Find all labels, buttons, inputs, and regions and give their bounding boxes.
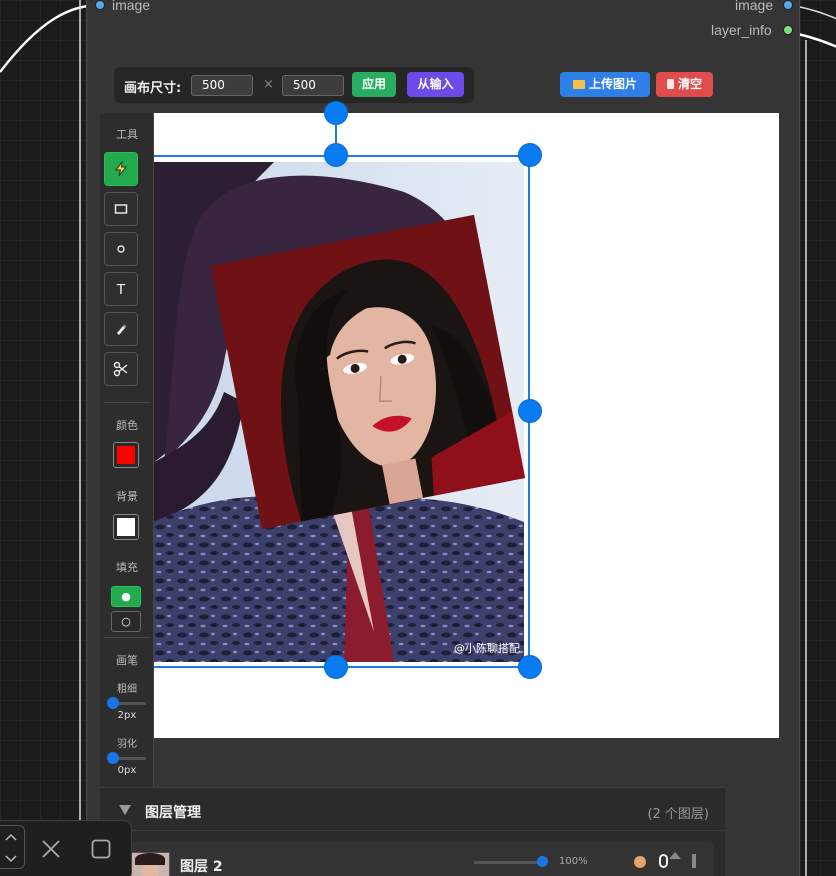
canvas-toolbar: 画布尺寸: 500 × 500 应用 从输入 (114, 67, 474, 103)
layer-panel-header[interactable]: 图层管理 (2 个图层) (100, 787, 725, 831)
circle-tool-button[interactable] (104, 232, 138, 266)
thickness-label: 粗细 (117, 684, 137, 695)
resize-handle-bottom-middle[interactable] (324, 655, 348, 679)
brush-icon (117, 324, 127, 335)
layer-move-up-icon[interactable] (669, 852, 681, 859)
layer-opacity-value: 100% (559, 856, 588, 867)
upload-image-button[interactable]: 上传图片 (560, 72, 650, 97)
layer-panel: 图层管理 (2 个图层) 图层 2 100% (100, 787, 725, 876)
collapse-triangle-icon[interactable] (118, 804, 132, 816)
canvas-size-label: 画布尺寸: (124, 81, 182, 96)
upload-image-label: 上传图片 (588, 77, 637, 91)
clear-button[interactable]: 清空 (656, 72, 713, 97)
output-slot-image-dot[interactable] (783, 0, 793, 10)
output-slot-layer-info-dot[interactable] (783, 25, 793, 35)
brush-tool-button[interactable] (104, 312, 138, 346)
from-input-button[interactable]: 从输入 (407, 72, 464, 97)
sidebar-divider-2 (104, 637, 150, 638)
times-symbol: × (263, 77, 274, 92)
resize-handle-top-right[interactable] (518, 143, 542, 167)
layer-opacity-thumb[interactable] (537, 856, 548, 867)
stroke-color-fill (117, 446, 135, 464)
input-slot-dot[interactable] (95, 0, 105, 10)
output-slot-image-label: image (735, 0, 774, 13)
stroke-color-swatch[interactable] (113, 442, 139, 468)
clear-label: 清空 (677, 77, 702, 91)
stepper-control[interactable] (0, 825, 25, 869)
apply-button[interactable]: 应用 (352, 72, 396, 97)
canvas-width-input[interactable]: 500 (191, 75, 253, 96)
color-label: 颜色 (116, 419, 138, 432)
sidebar-divider (104, 402, 150, 403)
layer-count: (2 个图层) (647, 807, 709, 822)
rectangle-icon (114, 204, 128, 214)
tool-sidebar: 工具 T 颜色 背景 填充 ● ○ 画笔 粗细 羽化 (100, 113, 154, 787)
background-color-fill (117, 518, 135, 536)
fill-off-button[interactable]: ○ (111, 611, 141, 632)
brush-label: 画笔 (116, 654, 138, 667)
rotation-handle[interactable] (324, 101, 348, 125)
fill-label: 填充 (116, 561, 138, 574)
rectangle-tool-button[interactable] (104, 192, 138, 226)
layer-name: 图层 2 (180, 859, 223, 875)
selection-box (154, 155, 530, 668)
layer-more-icon[interactable] (692, 854, 696, 868)
resize-handle-middle-right[interactable] (518, 399, 542, 423)
background-label: 背景 (116, 490, 138, 503)
layer-opacity-slider[interactable] (474, 861, 544, 864)
canvas-height-input[interactable]: 500 (282, 75, 344, 96)
resize-handle-bottom-right[interactable] (518, 655, 542, 679)
circle-icon (117, 245, 125, 253)
feather-slider-thumb[interactable] (107, 752, 119, 764)
resize-handle-top-middle[interactable] (324, 143, 348, 167)
background-color-swatch[interactable] (113, 514, 139, 540)
chevron-up-down-icon (5, 833, 17, 863)
lightning-icon (115, 161, 128, 177)
close-icon[interactable] (41, 839, 61, 859)
layer-lock-icon[interactable] (659, 854, 668, 868)
tools-label: 工具 (116, 128, 138, 141)
thickness-slider-thumb[interactable] (107, 697, 119, 709)
layer-panel-title: 图层管理 (145, 805, 201, 821)
layer-thumbnail (130, 852, 170, 876)
feather-value: 0px (117, 765, 137, 776)
trash-icon (666, 79, 674, 89)
square-icon[interactable] (91, 839, 111, 859)
layer-visibility-icon[interactable] (634, 856, 646, 868)
feather-label: 羽化 (117, 739, 137, 750)
folder-icon (572, 80, 585, 89)
scissors-icon (113, 361, 128, 377)
text-tool-button[interactable]: T (104, 272, 138, 306)
output-slot-layer-info-label: layer_info (711, 22, 772, 38)
cut-tool-button[interactable] (104, 352, 138, 386)
thickness-value: 2px (117, 710, 137, 721)
floating-toolbar (0, 820, 132, 876)
layer-row[interactable]: 图层 2 100% (114, 842, 714, 876)
input-slot-label: image (112, 0, 151, 13)
select-tool-button[interactable] (104, 152, 138, 186)
fill-on-button[interactable]: ● (111, 586, 141, 607)
text-icon: T (116, 280, 126, 298)
